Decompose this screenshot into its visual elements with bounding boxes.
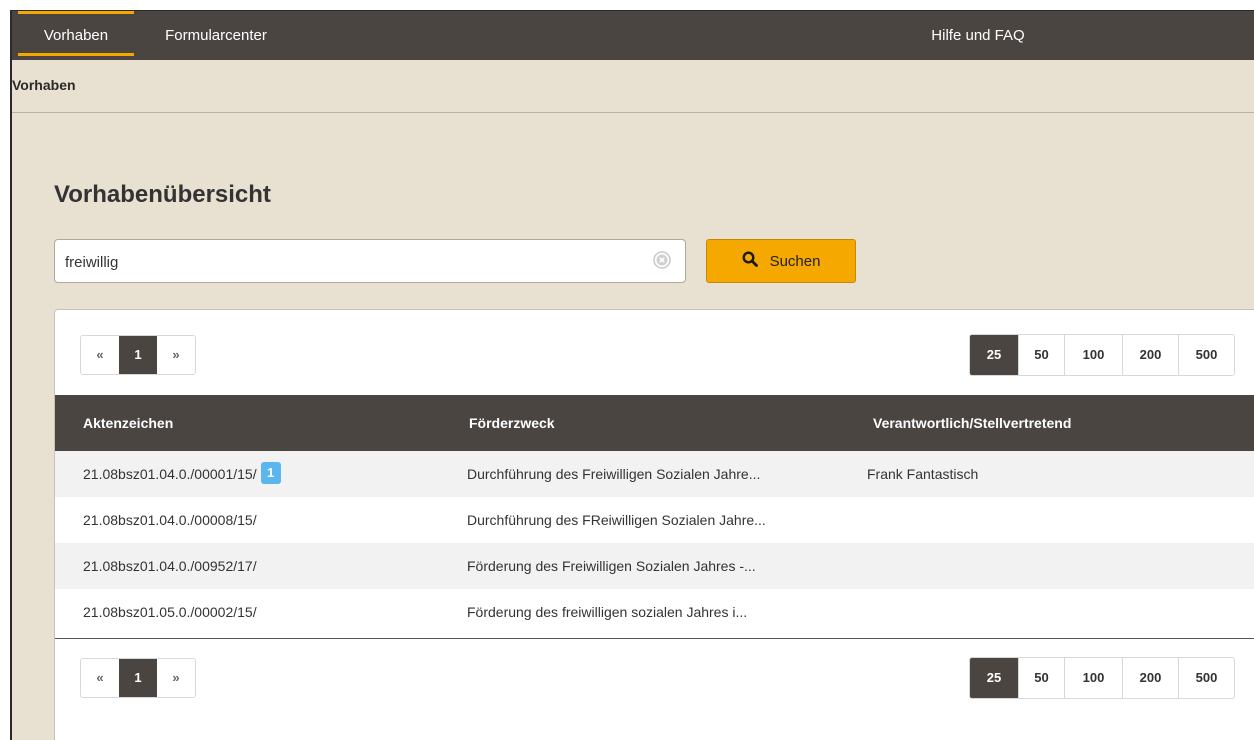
nav-help-faq[interactable]: Hilfe und FAQ <box>918 11 1038 60</box>
nav-tab-vorhaben[interactable]: Vorhaben <box>18 11 134 60</box>
page-size-25[interactable]: 25 <box>970 335 1018 375</box>
results-panel: « 1 » 25 50 100 200 500 Aktenzeichen För… <box>54 309 1254 740</box>
table-bottom-divider <box>55 638 1254 639</box>
column-header-aktenzeichen[interactable]: Aktenzeichen <box>83 395 173 451</box>
pagination-prev[interactable]: « <box>81 659 119 697</box>
page-title: Vorhabenübersicht <box>54 181 271 208</box>
table-header: Aktenzeichen Förderzweck Verantwortlich/… <box>55 395 1254 451</box>
table-row[interactable]: 21.08bsz01.05.0./00002/15/ Förderung des… <box>55 589 1254 635</box>
pagination-prev[interactable]: « <box>81 336 119 374</box>
page-size-25[interactable]: 25 <box>970 658 1018 698</box>
cell-aktenzeichen[interactable]: 21.08bsz01.05.0./00002/15/ <box>83 589 257 635</box>
pagination-top: « 1 » <box>80 335 196 375</box>
breadcrumb[interactable]: Vorhaben <box>12 77 76 93</box>
pagination-page-1[interactable]: 1 <box>119 336 157 374</box>
top-navigation: Vorhaben Formularcenter Hilfe und FAQ <box>12 11 1254 60</box>
breadcrumb-bar: Vorhaben <box>12 60 1254 113</box>
page-size-50[interactable]: 50 <box>1018 658 1064 698</box>
table-row[interactable]: 21.08bsz01.04.0./00001/15/1 Durchführung… <box>55 451 1254 497</box>
cell-aktenzeichen[interactable]: 21.08bsz01.04.0./00001/15/1 <box>83 451 281 497</box>
page-size-50[interactable]: 50 <box>1018 335 1064 375</box>
cell-foerderzweck: Förderung des Freiwilligen Sozialen Jahr… <box>467 558 756 574</box>
cell-foerderzweck: Durchführung des Freiwilligen Sozialen J… <box>467 466 761 482</box>
app-frame: Vorhaben Formularcenter Hilfe und FAQ Vo… <box>10 10 1254 740</box>
aktenzeichen-text: 21.08bsz01.04.0./00001/15/ <box>83 466 257 482</box>
cell-foerderzweck: Durchführung des FReiwilligen Sozialen J… <box>467 512 766 528</box>
pagination-next[interactable]: » <box>157 336 195 374</box>
search-button-label: Suchen <box>769 252 821 270</box>
search-input[interactable] <box>63 240 637 284</box>
pagination-page-1[interactable]: 1 <box>119 659 157 697</box>
column-header-foerderzweck[interactable]: Förderzweck <box>469 395 555 451</box>
cell-aktenzeichen[interactable]: 21.08bsz01.04.0./00952/17/ <box>83 543 257 589</box>
page-size-100[interactable]: 100 <box>1064 335 1122 375</box>
page-size-100[interactable]: 100 <box>1064 658 1122 698</box>
search-icon <box>742 251 758 271</box>
page-size-selector-bottom: 25 50 100 200 500 <box>969 657 1235 699</box>
table-row[interactable]: 21.08bsz01.04.0./00952/17/ Förderung des… <box>55 543 1254 589</box>
count-badge: 1 <box>260 462 281 485</box>
cell-aktenzeichen[interactable]: 21.08bsz01.04.0./00008/15/ <box>83 497 257 543</box>
page-size-200[interactable]: 200 <box>1122 658 1178 698</box>
page-size-200[interactable]: 200 <box>1122 335 1178 375</box>
pagination-next[interactable]: » <box>157 659 195 697</box>
search-button[interactable]: Suchen <box>706 239 856 283</box>
page-size-selector-top: 25 50 100 200 500 <box>969 334 1235 376</box>
cell-verantwortlich: Frank Fantastisch <box>867 466 979 482</box>
column-header-verantwortlich[interactable]: Verantwortlich/Stellvertretend <box>873 395 1071 451</box>
pagination-bottom: « 1 » <box>80 658 196 698</box>
search-box <box>54 239 686 284</box>
nav-tab-formularcenter[interactable]: Formularcenter <box>148 11 284 60</box>
clear-icon[interactable] <box>653 251 671 269</box>
cell-foerderzweck: Förderung des freiwilligen sozialen Jahr… <box>467 604 748 620</box>
page-size-500[interactable]: 500 <box>1178 658 1234 698</box>
table-row[interactable]: 21.08bsz01.04.0./00008/15/ Durchführung … <box>55 497 1254 543</box>
page-size-500[interactable]: 500 <box>1178 335 1234 375</box>
